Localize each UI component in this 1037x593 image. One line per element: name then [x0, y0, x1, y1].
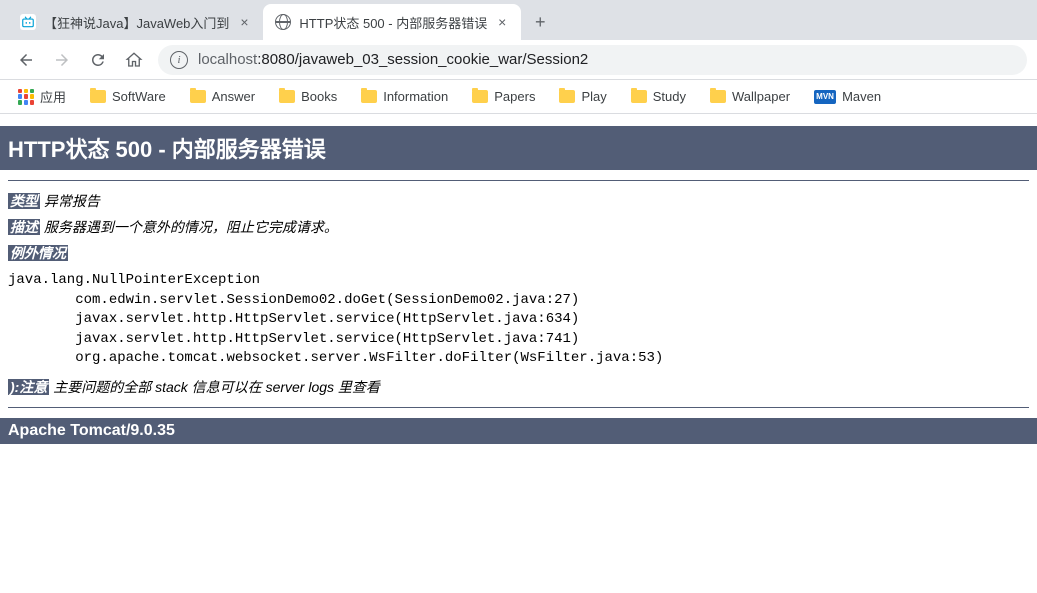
exception-heading-line: 例外情况: [8, 243, 1029, 263]
type-label: 类型: [8, 193, 40, 209]
note-label: ):注意: [8, 379, 49, 395]
bookmarks-bar: 应用 SoftWare Answer Books Information Pap…: [0, 80, 1037, 114]
error-desc-line: 描述 服务器遇到一个意外的情况，阻止它完成请求。: [8, 217, 1029, 237]
desc-value: 服务器遇到一个意外的情况，阻止它完成请求。: [44, 219, 338, 235]
tab-title: HTTP状态 500 - 内部服务器错误: [299, 13, 487, 32]
browser-tab-active[interactable]: HTTP状态 500 - 内部服务器错误 ×: [263, 4, 521, 40]
note-value: 主要问题的全部 stack 信息可以在 server logs 里查看: [53, 379, 380, 395]
bookmark-folder-study[interactable]: Study: [623, 85, 694, 108]
type-value: 异常报告: [44, 193, 100, 209]
note-line: ):注意 主要问题的全部 stack 信息可以在 server logs 里查看: [8, 377, 1029, 397]
bookmark-label: Maven: [842, 89, 881, 104]
bookmark-folder-software[interactable]: SoftWare: [82, 85, 174, 108]
apps-grid-icon: [18, 89, 34, 105]
url-text: localhost:8080/javaweb_03_session_cookie…: [198, 51, 588, 68]
divider: [8, 407, 1029, 408]
tab-title: 【狂神说Java】JavaWeb入门到: [44, 13, 229, 32]
tab-close-icon[interactable]: ×: [495, 15, 509, 29]
bookmark-label: Play: [581, 89, 606, 104]
folder-icon: [710, 90, 726, 103]
browser-tab-inactive[interactable]: 【狂神说Java】JavaWeb入门到 ×: [8, 4, 263, 40]
bookmark-folder-wallpaper[interactable]: Wallpaper: [702, 85, 798, 108]
tab-close-icon[interactable]: ×: [237, 15, 251, 29]
exception-stacktrace: java.lang.NullPointerException com.edwin…: [8, 271, 1029, 369]
server-info: Apache Tomcat/9.0.35: [0, 418, 1037, 444]
reload-button[interactable]: [82, 44, 114, 76]
globe-favicon-icon: [275, 14, 291, 30]
folder-icon: [361, 90, 377, 103]
site-info-icon[interactable]: i: [170, 51, 188, 69]
error-heading: HTTP状态 500 - 内部服务器错误: [0, 126, 1037, 170]
exception-label: 例外情况: [8, 245, 68, 261]
address-bar[interactable]: i localhost:8080/javaweb_03_session_cook…: [158, 45, 1027, 75]
folder-icon: [472, 90, 488, 103]
browser-tab-bar: 【狂神说Java】JavaWeb入门到 × HTTP状态 500 - 内部服务器…: [0, 0, 1037, 40]
bookmark-folder-books[interactable]: Books: [271, 85, 345, 108]
folder-icon: [559, 90, 575, 103]
bookmark-folder-play[interactable]: Play: [551, 85, 614, 108]
bookmark-label: Books: [301, 89, 337, 104]
maven-icon: MVN: [814, 90, 836, 104]
back-button[interactable]: [10, 44, 42, 76]
bookmark-label: Answer: [212, 89, 255, 104]
bookmark-label: Information: [383, 89, 448, 104]
desc-label: 描述: [8, 219, 40, 235]
folder-icon: [90, 90, 106, 103]
home-button[interactable]: [118, 44, 150, 76]
bookmark-label: Study: [653, 89, 686, 104]
bookmark-label: Wallpaper: [732, 89, 790, 104]
folder-icon: [279, 90, 295, 103]
forward-button[interactable]: [46, 44, 78, 76]
new-tab-button[interactable]: +: [525, 7, 555, 37]
error-type-line: 类型 异常报告: [8, 191, 1029, 211]
bookmark-folder-papers[interactable]: Papers: [464, 85, 543, 108]
folder-icon: [631, 90, 647, 103]
bookmark-folder-information[interactable]: Information: [353, 85, 456, 108]
browser-toolbar: i localhost:8080/javaweb_03_session_cook…: [0, 40, 1037, 80]
page-content: HTTP状态 500 - 内部服务器错误 类型 异常报告 描述 服务器遇到一个意…: [0, 126, 1037, 444]
bilibili-favicon-icon: [20, 14, 36, 30]
bookmark-label: 应用: [40, 87, 66, 106]
divider: [8, 180, 1029, 181]
bookmark-maven[interactable]: MVN Maven: [806, 85, 889, 108]
folder-icon: [190, 90, 206, 103]
bookmark-label: Papers: [494, 89, 535, 104]
bookmark-label: SoftWare: [112, 89, 166, 104]
bookmark-folder-answer[interactable]: Answer: [182, 85, 263, 108]
apps-button[interactable]: 应用: [10, 83, 74, 110]
